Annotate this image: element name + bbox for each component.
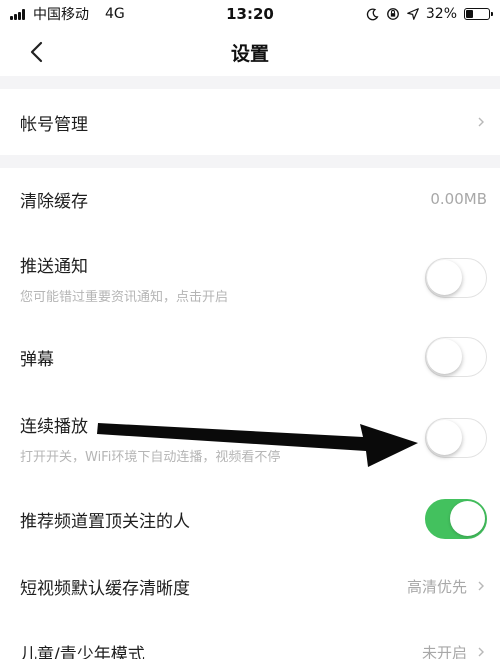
signal-icon bbox=[10, 8, 25, 20]
battery-level bbox=[466, 10, 474, 18]
row-push-notifications: 推送通知 您可能错过重要资讯通知，点击开启 bbox=[0, 240, 500, 316]
carrier-label: 中国移动 bbox=[33, 7, 89, 23]
row-description: 您可能错过重要资讯通知，点击开启 bbox=[20, 289, 229, 305]
status-bar: 中国移动 4G 13:20 32% bbox=[0, 0, 500, 28]
row-label: 短视频默认缓存清晰度 bbox=[20, 578, 190, 599]
row-clear-cache[interactable]: 清除缓存 0.00MB bbox=[0, 168, 500, 230]
battery-percent: 32% bbox=[425, 6, 457, 22]
chevron-right-icon bbox=[478, 647, 484, 657]
row-label: 连续播放 bbox=[20, 416, 88, 437]
battery-icon bbox=[464, 8, 493, 20]
row-label: 弹幕 bbox=[20, 349, 54, 370]
push-notification-toggle[interactable] bbox=[425, 258, 487, 298]
chevron-right-icon bbox=[478, 117, 484, 127]
status-left: 中国移动 4G bbox=[10, 4, 125, 24]
row-label: 推送通知 bbox=[20, 256, 88, 277]
danmaku-toggle[interactable] bbox=[425, 337, 487, 377]
row-label: 帐号管理 bbox=[20, 114, 88, 135]
row-description: 打开开关，WiFi环境下自动连播，视频看不停 bbox=[20, 449, 281, 465]
status-right: 32% bbox=[366, 6, 493, 22]
section-divider bbox=[0, 76, 500, 89]
moon-icon bbox=[366, 8, 379, 20]
row-label: 清除缓存 bbox=[20, 191, 88, 212]
section-divider bbox=[0, 155, 500, 168]
row-danmaku: 弹幕 bbox=[0, 326, 500, 388]
row-pin-followed: 推荐频道置顶关注的人 bbox=[0, 488, 500, 550]
row-account-management[interactable]: 帐号管理 bbox=[0, 89, 500, 155]
quality-value: 高清优先 bbox=[406, 577, 467, 596]
page-title: 设置 bbox=[230, 42, 269, 65]
nav-bar: 设置 bbox=[0, 28, 500, 76]
row-label: 儿童/青少年模式 bbox=[20, 644, 145, 659]
cache-size: 0.00MB bbox=[430, 190, 487, 208]
row-video-cache-quality[interactable]: 短视频默认缓存清晰度 高清优先 bbox=[0, 556, 500, 616]
pin-followed-toggle[interactable] bbox=[425, 499, 487, 539]
back-arrow-icon[interactable] bbox=[26, 40, 50, 64]
row-label: 推荐频道置顶关注的人 bbox=[20, 511, 190, 532]
kids-mode-value: 未开启 bbox=[421, 643, 467, 659]
row-continuous-play: 连续播放 打开开关，WiFi环境下自动连播，视频看不停 bbox=[0, 400, 500, 476]
network-type: 4G bbox=[105, 6, 125, 22]
location-icon bbox=[407, 8, 419, 20]
chevron-right-icon bbox=[478, 581, 484, 591]
orientation-lock-icon bbox=[386, 8, 399, 20]
row-kids-mode[interactable]: 儿童/青少年模式 未开启 bbox=[0, 626, 500, 659]
autoplay-toggle[interactable] bbox=[425, 418, 487, 458]
